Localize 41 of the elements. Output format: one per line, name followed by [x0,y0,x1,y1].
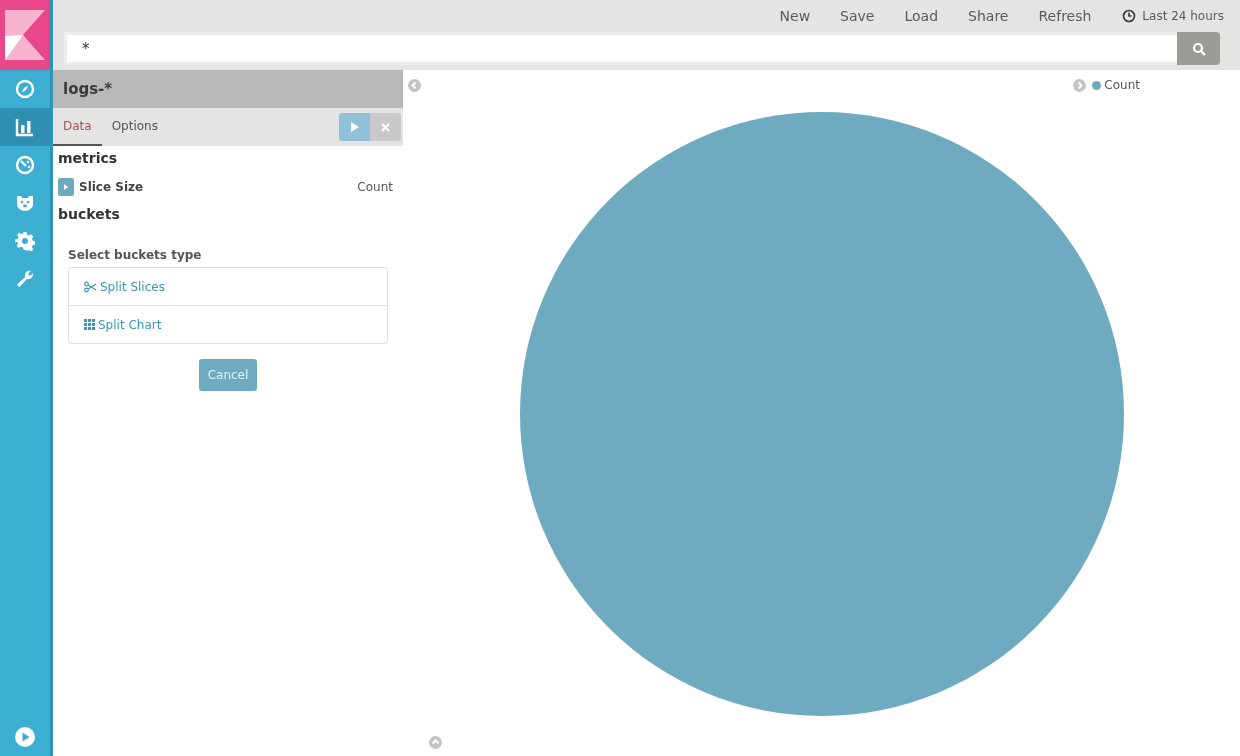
gauge-icon [15,155,35,175]
grid-icon [84,319,95,330]
discard-button[interactable] [370,113,401,141]
scissors-icon [84,280,97,293]
search-icon [1191,41,1206,56]
wrench-icon [15,269,35,289]
menu-link[interactable]: New [764,8,826,24]
section-heading: buckets [57,205,121,224]
bucket-type-option[interactable]: Split Chart [69,305,387,343]
menu-link[interactable]: Share [953,8,1024,24]
close-icon [381,122,390,132]
tab[interactable]: Data [53,108,102,146]
time-picker[interactable]: Last 24 hours [1106,9,1224,23]
menu-link[interactable]: Save [825,8,890,24]
collapse-left-icon[interactable] [408,78,421,92]
collapse-up-icon[interactable] [429,736,442,749]
collapse-right-icon[interactable] [1073,78,1087,92]
panel-title: logs-* [63,80,113,98]
logo[interactable] [5,10,45,60]
bar-chart-icon [15,117,35,137]
metric-value: Count [357,180,393,194]
tab[interactable]: Options [101,108,168,146]
apply-button[interactable] [339,113,370,141]
menu-link[interactable]: Load [889,8,954,24]
field-label: Select buckets type [68,248,203,262]
compass-icon [15,79,35,99]
legend-item[interactable]: Count [1092,78,1140,92]
expand-toggle[interactable] [58,178,74,196]
search-button[interactable] [1177,32,1220,65]
nav-item[interactable] [0,108,50,146]
clock-icon [1122,9,1137,23]
metric-label: Slice Size [79,180,144,194]
play-icon [349,122,360,132]
settings-icon [15,231,35,251]
section-heading: metrics [57,149,119,168]
menu-link[interactable]: Refresh [1023,8,1107,24]
play-icon [15,727,35,747]
bear-face-icon [15,193,35,213]
bucket-type-option[interactable]: Split Slices [69,268,387,305]
caret-icon [64,184,68,190]
search-field[interactable]: * [64,32,1177,65]
